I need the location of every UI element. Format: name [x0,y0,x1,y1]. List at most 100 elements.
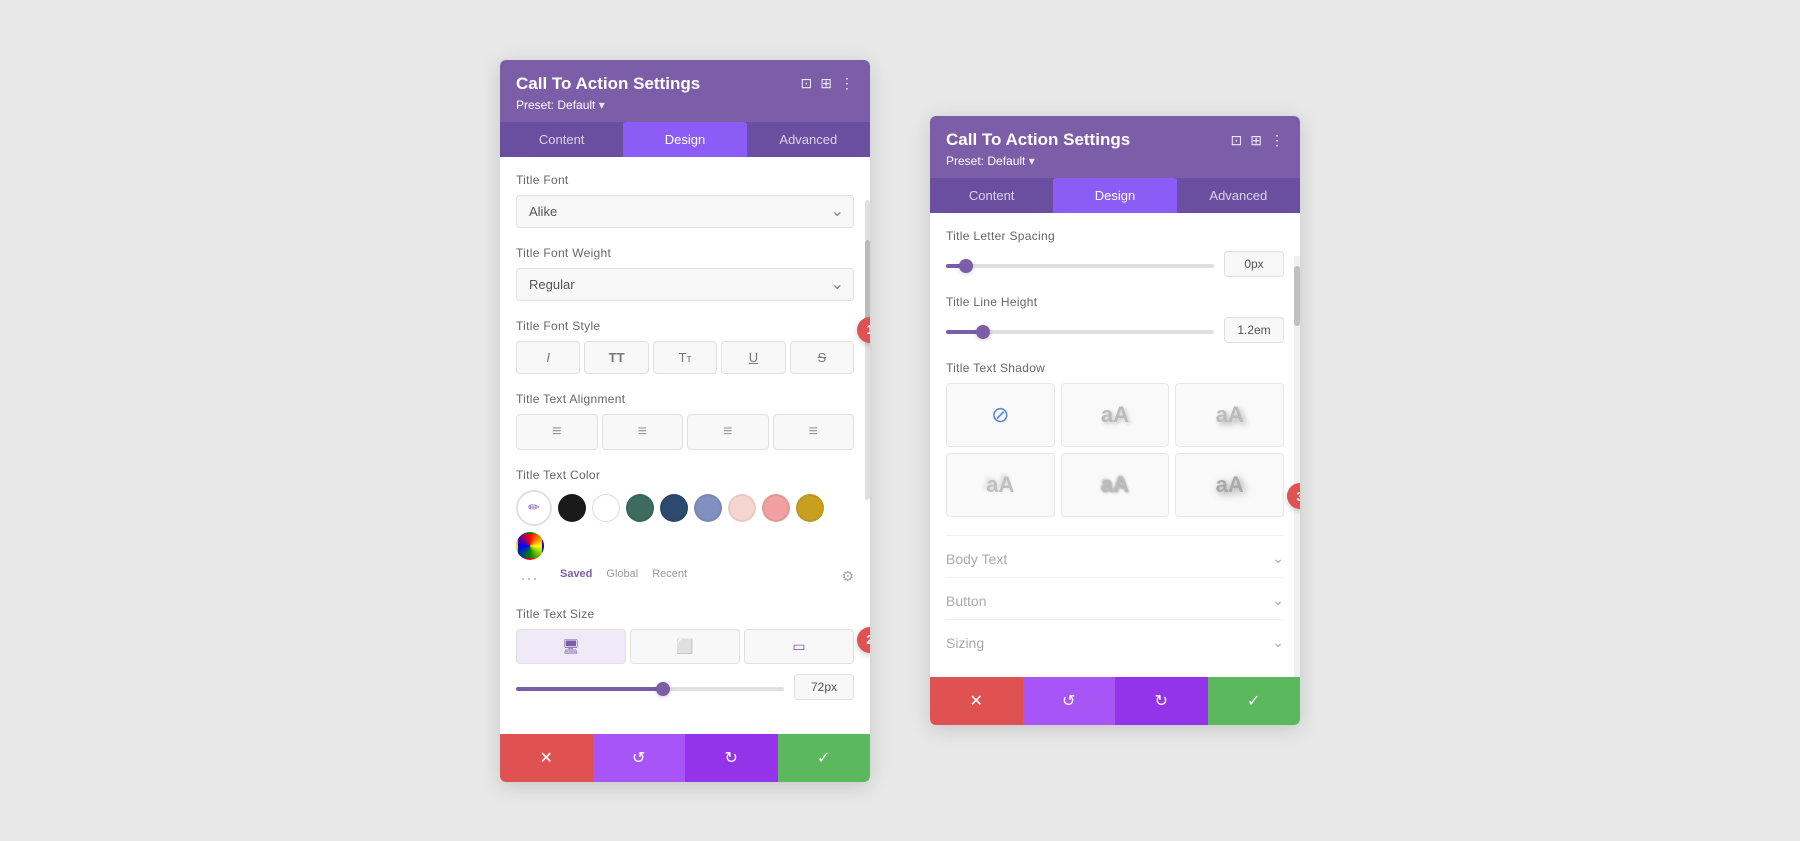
left-redo-btn[interactable]: ↻ [685,734,778,782]
button-title: Button [946,593,986,609]
color-teal[interactable] [626,494,654,522]
color-tab-recent[interactable]: Recent [652,568,687,589]
underline-btn[interactable]: U [721,341,785,374]
right-scrollbar-thumb[interactable] [1294,266,1300,326]
title-font-style-section: Title Font Style I TT Tт U S [516,319,854,374]
line-height-value[interactable]: 1.2em [1224,317,1284,343]
title-font-section: Title Font Alike Arial Georgia [516,173,854,228]
right-panel-footer: ✕ ↺ ↻ ✓ [930,677,1300,725]
shadow-4-cell[interactable]: aA [1061,453,1170,517]
title-text-size-label: Title Text Size [516,607,854,621]
left-panel-header: Call To Action Settings ⊡ ⊞ ⋮ Preset: De… [500,60,870,122]
left-preset: Preset: Default ▾ [516,98,854,112]
left-scrollbar-thumb[interactable] [865,240,870,320]
shadow-2-cell[interactable]: aA [1175,383,1284,447]
tab-design-right[interactable]: Design [1053,178,1176,213]
line-height-slider-row: 1.2em [946,317,1284,343]
left-scrollbar[interactable] [865,200,870,500]
size-slider-row: 72px [516,674,854,700]
letter-spacing-slider[interactable] [946,264,1214,268]
line-height-section: Title Line Height 1.2em [946,295,1284,343]
size-value[interactable]: 72px [794,674,854,700]
right-cancel-btn[interactable]: ✕ [930,677,1023,725]
letter-spacing-slider-container [946,255,1214,273]
size-slider-container [516,678,784,696]
color-rose[interactable] [762,494,790,522]
shadow-1-text: aA [1101,402,1129,428]
color-dots: ··· [520,568,538,589]
tab-advanced-left[interactable]: Advanced [747,122,870,157]
left-undo-btn[interactable]: ↺ [593,734,686,782]
device-desktop-btn[interactable]: 🖥 [516,629,626,664]
color-gold[interactable] [796,494,824,522]
tab-content-left[interactable]: Content [500,122,623,157]
left-save-btn[interactable]: ✓ [778,734,871,782]
left-cancel-btn[interactable]: ✕ [500,734,593,782]
right-panel-body: Title Letter Spacing 0px Title Line Heig… [930,213,1300,677]
line-height-slider[interactable] [946,330,1214,334]
align-center-btn[interactable]: ≡ [602,414,684,450]
shadow-none-cell[interactable]: ⊘ [946,383,1055,447]
layout-icon[interactable]: ⊞ [820,75,832,92]
color-periwinkle[interactable] [694,494,722,522]
strikethrough-btn[interactable]: S [790,341,854,374]
color-multi[interactable] [516,532,544,560]
color-tab-global[interactable]: Global [606,568,638,589]
shadow-5-cell[interactable]: aA [1175,453,1284,517]
right-header-icons: ⊡ ⊞ ⋮ [1231,132,1284,149]
right-save-btn[interactable]: ✓ [1208,677,1301,725]
device-tablet-btn[interactable]: ⬜ [630,629,740,664]
viewport-icon[interactable]: ⊡ [801,75,813,92]
color-tab-saved[interactable]: Saved [560,568,592,589]
sizing-header[interactable]: Sizing ⌄ [946,634,1284,651]
left-panel-body: Title Font Alike Arial Georgia Title Fon… [500,157,870,734]
color-black[interactable] [558,494,586,522]
shadow-2-text: aA [1216,402,1244,428]
tab-design-left[interactable]: Design [623,122,746,157]
button-header[interactable]: Button ⌄ [946,592,1284,609]
align-left-btn[interactable]: ≡ [516,414,598,450]
body-text-title: Body Text [946,551,1007,567]
title-font-weight-section: Title Font Weight Regular Bold Light [516,246,854,301]
right-more-icon[interactable]: ⋮ [1270,132,1284,149]
right-undo-btn[interactable]: ↺ [1023,677,1116,725]
title-font-weight-label: Title Font Weight [516,246,854,260]
color-tabs-row: ··· Saved Global Recent ⚙ [520,568,854,589]
right-panel-title: Call To Action Settings [946,130,1130,150]
title-font-weight-select[interactable]: Regular Bold Light [516,268,854,301]
title-font-select[interactable]: Alike Arial Georgia [516,195,854,228]
right-scrollbar[interactable] [1294,256,1300,677]
color-settings-icon[interactable]: ⚙ [841,568,854,589]
tab-content-right[interactable]: Content [930,178,1053,213]
body-text-section: Body Text ⌄ [946,535,1284,577]
right-viewport-icon[interactable]: ⊡ [1231,132,1243,149]
title-font-style-label: Title Font Style [516,319,854,333]
sizing-title: Sizing [946,635,984,651]
italic-btn[interactable]: I [516,341,580,374]
align-right-btn[interactable]: ≡ [687,414,769,450]
tab-advanced-right[interactable]: Advanced [1177,178,1300,213]
capitalize-btn[interactable]: Tт [653,341,717,374]
right-panel-header: Call To Action Settings ⊡ ⊞ ⋮ Preset: De… [930,116,1300,178]
align-justify-btn[interactable]: ≡ [773,414,855,450]
uppercase-btn[interactable]: TT [584,341,648,374]
eyedropper-btn[interactable]: ✏ [516,490,552,526]
device-mobile-btn[interactable]: ▭ [744,629,854,664]
right-redo-btn[interactable]: ↻ [1115,677,1208,725]
button-chevron: ⌄ [1272,592,1284,609]
title-font-select-wrapper: Alike Arial Georgia [516,195,854,228]
color-navy[interactable] [660,494,688,522]
more-icon[interactable]: ⋮ [840,75,854,92]
size-slider[interactable] [516,687,784,691]
body-text-chevron: ⌄ [1272,550,1284,567]
shadow-3-cell[interactable]: aA [946,453,1055,517]
letter-spacing-value[interactable]: 0px [1224,251,1284,277]
title-font-weight-select-wrapper: Regular Bold Light [516,268,854,301]
body-text-header[interactable]: Body Text ⌄ [946,550,1284,567]
shadow-1-cell[interactable]: aA [1061,383,1170,447]
shadow-grid: ⊘ aA aA aA aA aA [946,383,1284,517]
color-blush[interactable] [728,494,756,522]
color-white[interactable] [592,494,620,522]
shadow-none-icon: ⊘ [991,402,1009,428]
right-layout-icon[interactable]: ⊞ [1250,132,1262,149]
